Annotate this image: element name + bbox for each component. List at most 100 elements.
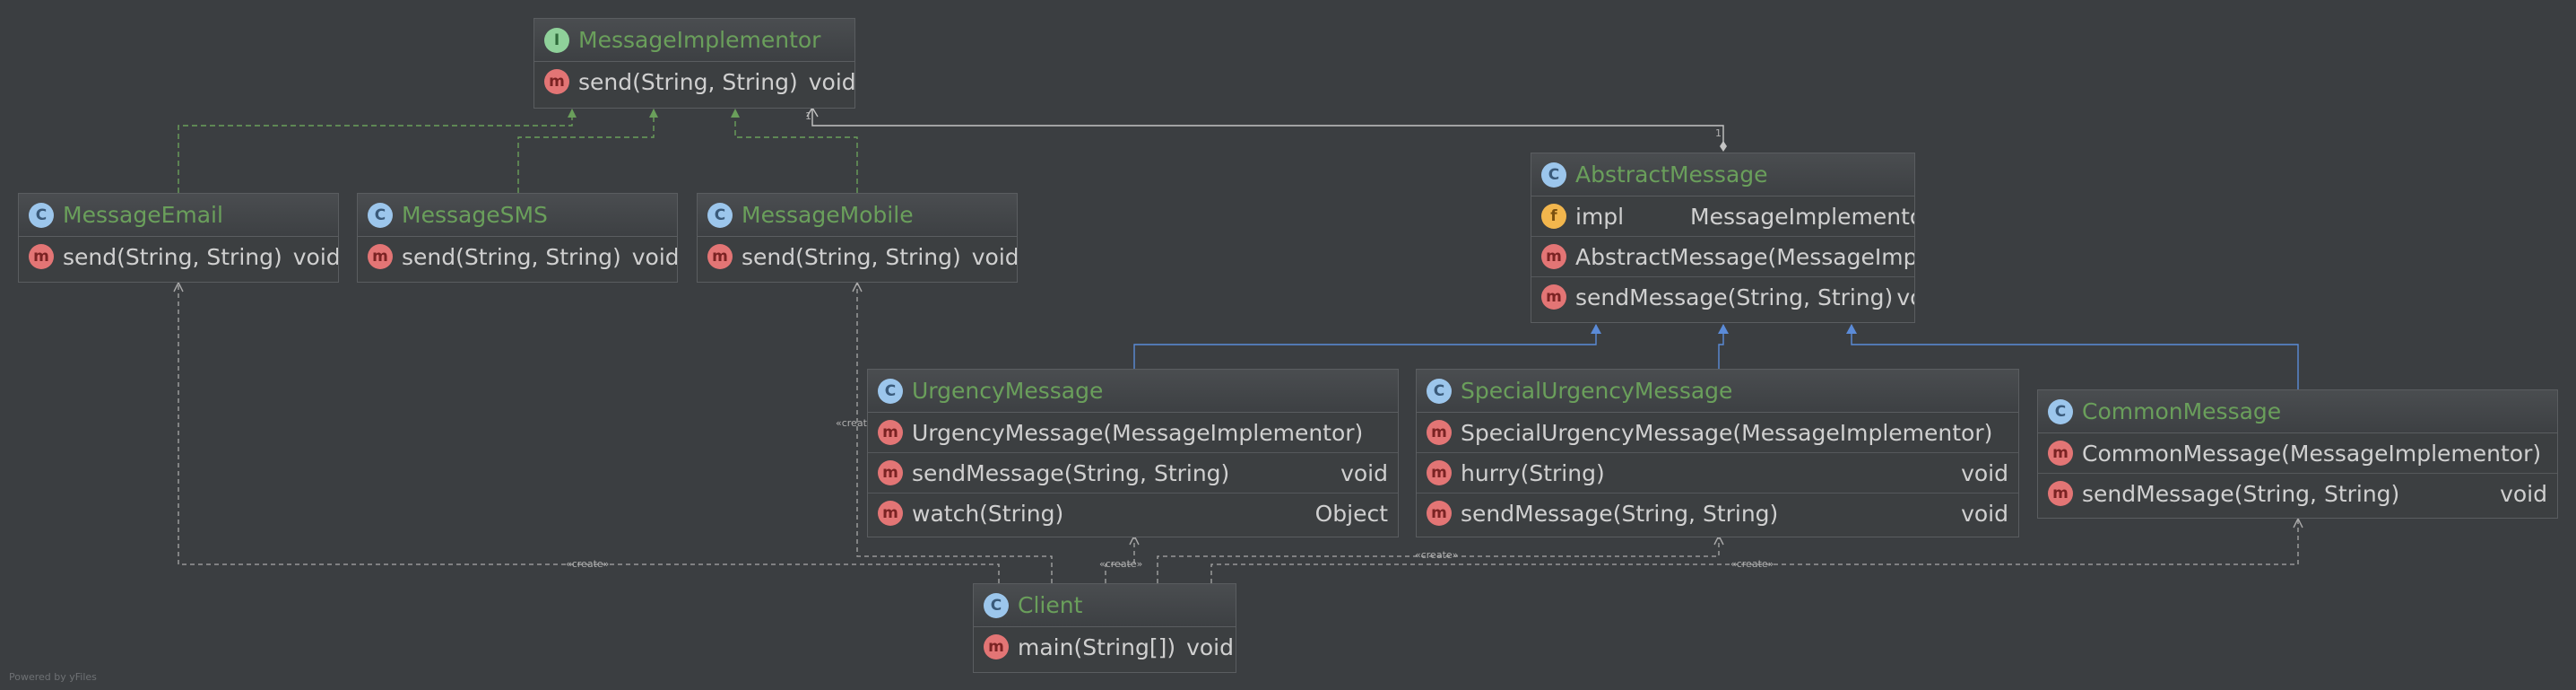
member-type: Object <box>1314 500 1388 527</box>
member-row: m send(String, String) void <box>358 237 677 276</box>
class-box-common-message[interactable]: C CommonMessage m CommonMessage(MessageI… <box>2037 389 2558 519</box>
class-title: CommonMessage <box>2082 398 2282 424</box>
member-name: UrgencyMessage(MessageImplementor) <box>912 419 1364 446</box>
method-icon: m <box>29 244 54 269</box>
class-icon: C <box>984 592 1009 618</box>
member-type: void <box>631 243 678 270</box>
member-row: m UrgencyMessage(MessageImplementor) <box>868 413 1398 453</box>
class-icon: C <box>707 202 733 228</box>
class-box-message-implementor[interactable]: I MessageImplementor m send(String, Stri… <box>533 18 855 109</box>
member-name: main(String[]) <box>1018 633 1176 660</box>
constructor-icon: m <box>878 420 903 445</box>
member-row: m SpecialUrgencyMessage(MessageImplement… <box>1417 413 2018 453</box>
class-box-urgency-message[interactable]: C UrgencyMessage m UrgencyMessage(Messag… <box>867 369 1399 537</box>
edge-label-create-special: «create» <box>1415 549 1459 561</box>
member-type: void <box>2500 480 2547 507</box>
class-title: AbstractMessage <box>1575 162 1768 188</box>
member-name: sendMessage(String, String) <box>1575 284 1894 310</box>
class-icon: C <box>2048 398 2073 424</box>
method-icon: m <box>1427 501 1452 526</box>
realization-arrowheads <box>568 109 740 118</box>
class-title: UrgencyMessage <box>912 378 1104 404</box>
abstract-class-icon: C <box>1541 162 1566 188</box>
constructor-icon: m <box>2048 441 2073 466</box>
constructor-icon: m <box>1427 420 1452 445</box>
class-box-abstract-message[interactable]: C AbstractMessage f impl MessageImplemen… <box>1531 153 1915 323</box>
member-row: m AbstractMessage(MessageImplementor) <box>1531 237 1914 277</box>
method-icon: m <box>1427 460 1452 485</box>
member-name: send(String, String) <box>742 243 961 270</box>
class-box-message-mobile[interactable]: C MessageMobile m send(String, String) v… <box>697 193 1018 283</box>
composition-diamond <box>1720 141 1727 152</box>
inheritance-arrowheads <box>1591 324 1857 334</box>
member-type: void <box>1896 284 1914 310</box>
class-box-client[interactable]: C Client m main(String[]) void <box>973 583 1236 673</box>
member-row: m send(String, String) void <box>698 237 1017 276</box>
method-icon: m <box>707 244 733 269</box>
mobile-realizes-implementor <box>734 109 858 193</box>
member-type: MessageImplementor <box>1690 203 1915 230</box>
email-realizes-implementor <box>178 109 573 193</box>
sms-realizes-implementor <box>517 109 655 193</box>
composition-edge <box>806 106 1724 144</box>
class-box-message-email[interactable]: C MessageEmail m send(String, String) vo… <box>18 193 339 283</box>
method-icon: m <box>878 460 903 485</box>
member-row: m hurry(String) void <box>1417 453 2018 493</box>
method-icon: m <box>878 501 903 526</box>
member-row: m sendMessage(String, String) void <box>868 453 1398 493</box>
member-type: void <box>808 68 855 95</box>
field-icon: f <box>1541 204 1566 229</box>
class-icon: C <box>1427 378 1452 404</box>
member-type: void <box>1961 500 2008 527</box>
member-type: void <box>292 243 339 270</box>
realization-edges <box>178 109 858 193</box>
member-row: f impl MessageImplementor <box>1531 197 1914 237</box>
abstract-method-icon: m <box>544 69 569 94</box>
member-row: m sendMessage(String, String) void <box>2038 474 2557 513</box>
member-name: sendMessage(String, String) <box>1461 500 1779 527</box>
class-box-special-urgency-message[interactable]: C SpecialUrgencyMessage m SpecialUrgency… <box>1416 369 2019 537</box>
member-row: m sendMessage(String, String) void <box>1531 277 1914 317</box>
class-title: SpecialUrgencyMessage <box>1461 378 1733 404</box>
member-type: void <box>1961 459 2008 486</box>
class-title: Client <box>1018 592 1083 618</box>
class-title: MessageSMS <box>402 202 548 228</box>
member-row: m sendMessage(String, String) void <box>1417 493 2018 533</box>
class-title: MessageImplementor <box>578 27 821 53</box>
static-method-icon: m <box>984 634 1009 659</box>
member-name: send(String, String) <box>402 243 621 270</box>
member-name: hurry(String) <box>1461 459 1605 486</box>
interface-icon: I <box>544 27 569 53</box>
member-row: m CommonMessage(MessageImplementor) <box>2038 433 2557 474</box>
footer-watermark: Powered by yFiles <box>9 671 97 683</box>
multiplicity-bottom: 1 <box>1715 127 1722 139</box>
edge-label-create-urgency: «create» <box>1099 558 1143 570</box>
member-row: m watch(String) Object <box>868 493 1398 533</box>
member-name: impl <box>1575 203 1625 230</box>
class-title: MessageMobile <box>742 202 914 228</box>
member-name: CommonMessage(MessageImplementor) <box>2082 440 2542 467</box>
member-type: void <box>1186 633 1234 660</box>
member-name: sendMessage(String, String) <box>912 459 1230 486</box>
multiplicity-top: 1 <box>805 110 811 122</box>
member-row: m main(String[]) void <box>974 627 1236 667</box>
relationship-edges <box>173 106 2303 583</box>
member-type: void <box>971 243 1018 270</box>
method-icon: m <box>368 244 393 269</box>
member-name: sendMessage(String, String) <box>2082 480 2400 507</box>
edge-label-create-common: «create» <box>1730 558 1774 570</box>
member-name: watch(String) <box>912 500 1064 527</box>
class-box-message-sms[interactable]: C MessageSMS m send(String, String) void <box>357 193 678 283</box>
method-icon: m <box>1541 284 1566 310</box>
edge-label-create-email: «create» <box>566 558 610 570</box>
method-icon: m <box>2048 481 2073 506</box>
member-row: m send(String, String) void <box>19 237 338 276</box>
class-icon: C <box>29 202 54 228</box>
member-row: m send(String, String) void <box>534 62 854 101</box>
member-name: SpecialUrgencyMessage(MessageImplementor… <box>1461 419 1993 446</box>
class-title: MessageEmail <box>63 202 223 228</box>
member-name: send(String, String) <box>63 243 282 270</box>
member-name: send(String, String) <box>578 68 798 95</box>
class-icon: C <box>878 378 903 404</box>
member-type: void <box>1340 459 1388 486</box>
